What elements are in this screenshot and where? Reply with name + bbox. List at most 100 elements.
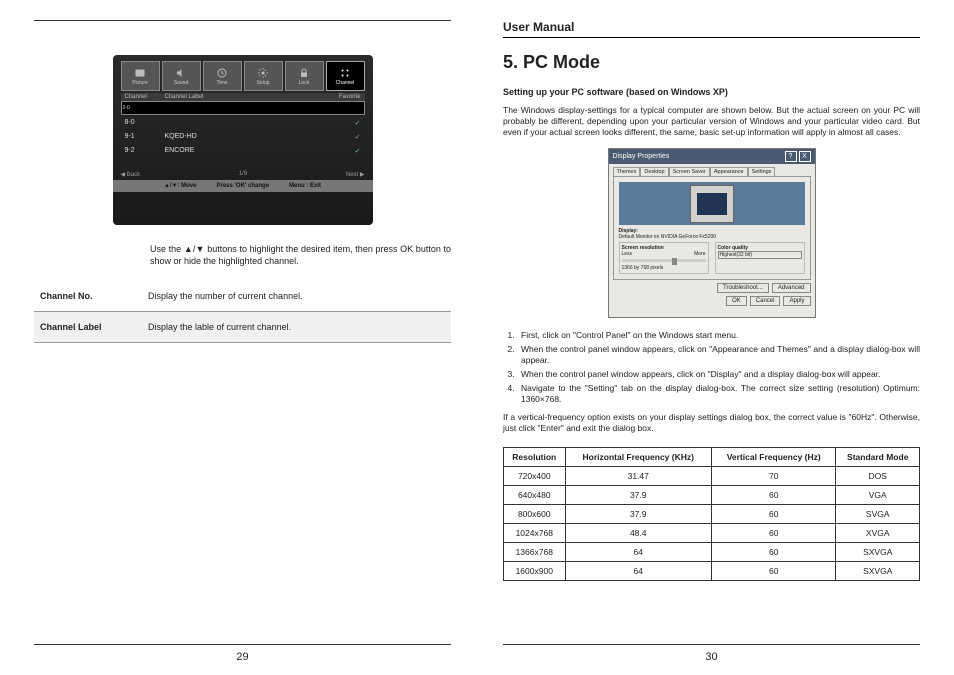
page-left: Picture Sound Time Setup Lock Channel Ch…: [8, 20, 477, 663]
def-value: Display the number of current channel.: [148, 291, 445, 301]
osd-exit-hint: Menu : Exit: [289, 183, 321, 189]
frequency-table: Resolution Horizontal Frequency (KHz) Ve…: [503, 447, 920, 581]
table-cell: 1600x900: [504, 561, 566, 580]
instruction-text: Use the ▲/▼ buttons to highlight the des…: [34, 237, 451, 281]
th-resolution: Resolution: [504, 447, 566, 466]
advanced-button: Advanced: [772, 283, 811, 293]
table-cell: SXVGA: [836, 542, 920, 561]
table-cell: VGA: [836, 485, 920, 504]
osd-row: 9-2ENCORE✓: [121, 143, 365, 157]
table-cell: SVGA: [836, 504, 920, 523]
osd-tab-lock: Lock: [285, 61, 324, 91]
section-title: 5. PC Mode: [503, 52, 920, 73]
table-cell: XVGA: [836, 523, 920, 542]
table-cell: 720x400: [504, 466, 566, 485]
page-number: 30: [503, 645, 920, 663]
th-hfreq: Horizontal Frequency (KHz): [565, 447, 711, 466]
def-key: Channel No.: [40, 291, 148, 301]
osd-footer: ▲/▼: Move Press 'OK' change Menu : Exit: [113, 180, 373, 192]
win-tab: Screen Saver: [669, 167, 710, 176]
win-tab: Desktop: [640, 167, 668, 176]
top-rule: [34, 20, 451, 21]
win-tabs: Themes Desktop Screen Saver Appearance S…: [609, 164, 815, 176]
table-row: 1024x76848.460XVGA: [504, 523, 920, 542]
win-tab: Themes: [613, 167, 641, 176]
osd-row: 9-1KQED-HD✓: [121, 129, 365, 143]
step-item: Navigate to the "Setting" tab on the dis…: [517, 383, 920, 405]
close-icon: X: [799, 151, 811, 162]
win-buttons-2: OK Cancel Apply: [609, 296, 815, 309]
osd-row: 8-0✓: [121, 115, 365, 129]
header-user-manual: User Manual: [503, 20, 920, 38]
def-value: Display the lable of current channel.: [148, 322, 445, 332]
win-tab: Settings: [748, 167, 776, 176]
table-cell: 64: [565, 542, 711, 561]
intro-paragraph: The Windows display-settings for a typic…: [503, 105, 920, 138]
table-cell: 60: [711, 542, 836, 561]
windows-screenshot: Display Properties ? X Themes Desktop Sc…: [608, 148, 816, 318]
definitions: Channel No. Display the number of curren…: [34, 281, 451, 343]
table-cell: 60: [711, 485, 836, 504]
th-vfreq: Vertical Frequency (Hz): [711, 447, 836, 466]
table-row: 1600x9006460SXVGA: [504, 561, 920, 580]
osd-tabs: Picture Sound Time Setup Lock Channel: [121, 61, 365, 91]
table-cell: 70: [711, 466, 836, 485]
osd-column-headers: Channel Channel Label Favorite: [121, 93, 365, 101]
res-more: More: [694, 251, 705, 257]
osd-tab-sound: Sound: [162, 61, 201, 91]
cancel-button: Cancel: [750, 296, 781, 306]
color-value: Highest(32 bit): [718, 251, 802, 259]
win-tab: Appearance: [710, 167, 748, 176]
troubleshoot-button: Troubleshoot...: [717, 283, 769, 293]
win-titlebar: Display Properties ? X: [609, 149, 815, 164]
table-cell: DOS: [836, 466, 920, 485]
res-value: 1366 by 768 pixels: [622, 265, 706, 271]
table-row: 720x40031.4770DOS: [504, 466, 920, 485]
osd-ok-hint: Press 'OK' change: [216, 183, 269, 189]
osd-move-hint: ▲/▼: Move: [164, 183, 197, 189]
table-cell: 60: [711, 504, 836, 523]
win-body: Display: Default Monitor on NVIDIA GeFor…: [613, 176, 811, 280]
step-item: When the control panel window appears, c…: [517, 369, 920, 380]
table-cell: 640x480: [504, 485, 566, 504]
table-cell: 37.9: [565, 485, 711, 504]
table-cell: SXVGA: [836, 561, 920, 580]
win-buttons-1: Troubleshoot... Advanced: [609, 280, 815, 296]
table-row: 640x48037.960VGA: [504, 485, 920, 504]
table-cell: 800x600: [504, 504, 566, 523]
table-row: 1366x7686460SXVGA: [504, 542, 920, 561]
help-icon: ?: [785, 151, 797, 162]
osd-tab-channel: Channel: [326, 61, 365, 91]
col-favorite: Favorite: [331, 94, 361, 100]
page-number: 29: [34, 645, 451, 663]
step-item: First, click on "Control Panel" on the W…: [517, 330, 920, 341]
osd-page-hint: 1/9: [239, 171, 247, 178]
color-group: Color quality Highest(32 bit): [715, 242, 805, 274]
table-cell: 48.4: [565, 523, 711, 542]
display-value: Default Monitor on NVIDIA GeForce Fx5200: [619, 234, 805, 240]
table-cell: 37.9: [565, 504, 711, 523]
table-cell: 60: [711, 561, 836, 580]
col-label: Channel Label: [165, 94, 331, 100]
step-item: When the control panel window appears, c…: [517, 344, 920, 366]
monitor-icon: [690, 185, 734, 223]
osd-screenshot: Picture Sound Time Setup Lock Channel Ch…: [113, 55, 373, 225]
res-less: Less: [622, 251, 633, 257]
table-cell: 1366x768: [504, 542, 566, 561]
monitor-preview: [619, 182, 805, 225]
resolution-group: Screen resolution LessMore 1366 by 768 p…: [619, 242, 709, 274]
note-text: If a vertical-frequency option exists on…: [503, 412, 920, 434]
osd-next-hint: Next ▶: [346, 171, 365, 178]
osd-tab-picture: Picture: [121, 61, 160, 91]
osd-back-hint: ◀ Back: [121, 171, 141, 178]
col-channel: Channel: [125, 94, 165, 100]
table-cell: 60: [711, 523, 836, 542]
def-key: Channel Label: [40, 322, 148, 332]
osd-row: 2-0: [121, 101, 365, 115]
osd-tab-setup: Setup: [244, 61, 283, 91]
osd-hints: ◀ Back 1/9 Next ▶: [121, 171, 365, 178]
table-cell: 31.47: [565, 466, 711, 485]
apply-button: Apply: [783, 296, 810, 306]
table-cell: 1024x768: [504, 523, 566, 542]
def-row: Channel Label Display the lable of curre…: [34, 312, 451, 343]
